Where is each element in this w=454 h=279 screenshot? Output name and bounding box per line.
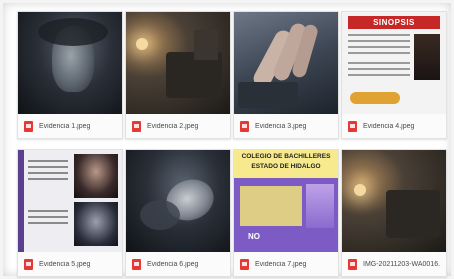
file-card[interactable]: IMG-20211203-WA0016. bbox=[341, 149, 447, 277]
colegio-banner: COLEGIO DE BACHILLERES ESTADO DE HIDALGO bbox=[234, 150, 338, 178]
file-thumbnail bbox=[126, 12, 230, 114]
file-card[interactable]: COLEGIO DE BACHILLERES ESTADO DE HIDALGO… bbox=[233, 149, 339, 277]
image-file-icon bbox=[24, 258, 33, 270]
file-name: Evidencia 6.jpeg bbox=[147, 260, 199, 268]
file-thumbnail: SINOPSIS bbox=[342, 12, 446, 114]
colegio-title-line1: COLEGIO DE BACHILLERES bbox=[241, 153, 331, 160]
image-file-icon bbox=[240, 258, 249, 270]
image-file-icon bbox=[24, 120, 33, 132]
file-name: Evidencia 5.jpeg bbox=[39, 260, 91, 268]
colegio-no-text: NO bbox=[248, 232, 260, 241]
sinopsis-title: SINOPSIS bbox=[373, 18, 415, 27]
file-thumbnail bbox=[18, 150, 122, 252]
file-name: Evidencia 2.jpeg bbox=[147, 122, 199, 130]
image-file-icon bbox=[348, 120, 357, 132]
file-card[interactable]: Evidencia 3.jpeg bbox=[233, 11, 339, 139]
file-grid-window: Evidencia 1.jpeg Evidencia 2.jpeg Eviden… bbox=[0, 0, 454, 279]
image-file-icon bbox=[132, 258, 141, 270]
file-thumbnail: COLEGIO DE BACHILLERES ESTADO DE HIDALGO… bbox=[234, 150, 338, 252]
image-file-icon bbox=[348, 258, 357, 270]
image-file-icon bbox=[240, 120, 249, 132]
sinopsis-banner: SINOPSIS bbox=[348, 16, 440, 29]
file-card[interactable]: SINOPSIS Evidencia 4.jpeg bbox=[341, 11, 447, 139]
file-name: Evidencia 7.jpeg bbox=[255, 260, 307, 268]
file-thumbnail bbox=[18, 12, 122, 114]
file-name: Evidencia 4.jpeg bbox=[363, 122, 415, 130]
file-card[interactable]: Evidencia 1.jpeg bbox=[17, 11, 123, 139]
colegio-title-line2: ESTADO DE HIDALGO bbox=[251, 163, 321, 170]
file-grid: Evidencia 1.jpeg Evidencia 2.jpeg Eviden… bbox=[17, 11, 447, 277]
file-card[interactable]: Evidencia 5.jpeg bbox=[17, 149, 123, 277]
file-name: IMG-20211203-WA0016. bbox=[363, 260, 441, 268]
file-name: Evidencia 3.jpeg bbox=[255, 122, 307, 130]
colegio-no-label: NO bbox=[248, 232, 260, 241]
file-thumbnail bbox=[126, 150, 230, 252]
file-thumbnail bbox=[234, 12, 338, 114]
file-thumbnail bbox=[342, 150, 446, 252]
image-file-icon bbox=[132, 120, 141, 132]
file-name: Evidencia 1.jpeg bbox=[39, 122, 91, 130]
file-card[interactable]: Evidencia 2.jpeg bbox=[125, 11, 231, 139]
file-card[interactable]: Evidencia 6.jpeg bbox=[125, 149, 231, 277]
